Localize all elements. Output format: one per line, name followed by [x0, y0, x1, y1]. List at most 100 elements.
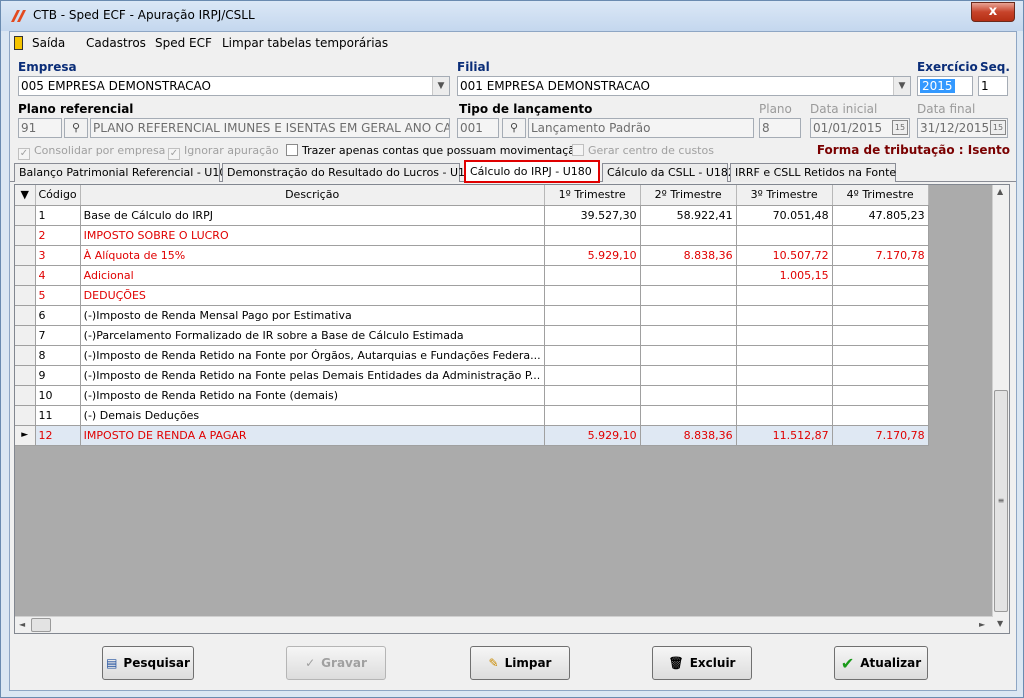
row-indicator[interactable] — [15, 225, 36, 246]
cell-t3[interactable] — [736, 305, 833, 326]
cell-t3[interactable] — [736, 285, 833, 306]
data-inicial-field[interactable]: 01/01/2015 15 — [810, 118, 910, 138]
scroll-right-icon[interactable]: ► — [979, 620, 985, 629]
tab-balanco[interactable]: Balanço Patrimonial Referencial - U100 — [14, 163, 233, 182]
cell-t4[interactable] — [832, 385, 929, 406]
current-row-arrow-icon[interactable]: ► — [15, 425, 36, 446]
tab-calculo-csll[interactable]: Cálculo da CSLL - U182 — [602, 163, 735, 182]
cell-t4[interactable] — [832, 405, 929, 426]
filial-select[interactable]: 001 EMPRESA DEMONSTRACAO ▼ — [457, 76, 911, 96]
limpar-button[interactable]: ✎ Limpar — [470, 646, 570, 680]
col-header-t1[interactable]: 1º Trimestre — [544, 185, 641, 206]
scroll-up-icon[interactable]: ▲ — [997, 187, 1003, 196]
menu-limpar-tabelas[interactable]: Limpar tabelas temporárias — [222, 36, 388, 50]
cell-t1[interactable] — [544, 345, 641, 366]
cell-t1[interactable]: 39.527,30 — [544, 205, 641, 226]
cell-t1[interactable] — [544, 325, 641, 346]
menu-sped-ecf[interactable]: Sped ECF — [155, 36, 212, 50]
cell-descricao[interactable]: (-)Imposto de Renda Retido na Fonte (dem… — [80, 385, 545, 406]
exercicio-input[interactable]: 2015 — [917, 76, 973, 96]
row-indicator-header[interactable]: ▼ — [15, 185, 36, 206]
empresa-select[interactable]: 005 EMPRESA DEMONSTRACAO ▼ — [18, 76, 450, 96]
scroll-left-icon[interactable]: ◄ — [19, 620, 25, 629]
trazer-checkbox[interactable]: Trazer apenas contas que possuam movimen… — [286, 144, 582, 157]
cell-t2[interactable] — [640, 345, 737, 366]
col-header-t3[interactable]: 3º Trimestre — [736, 185, 833, 206]
cell-t4[interactable] — [832, 305, 929, 326]
cell-t3[interactable] — [736, 225, 833, 246]
binoculars-search-icon[interactable]: ⚲ — [502, 118, 526, 138]
seq-input[interactable]: 1 — [978, 76, 1008, 96]
menu-cadastros[interactable]: Cadastros — [86, 36, 146, 50]
cell-codigo[interactable]: 2 — [35, 225, 81, 246]
cell-t1[interactable] — [544, 405, 641, 426]
vertical-scrollbar[interactable]: ▲ ≡ ▼ — [992, 185, 1009, 633]
row-indicator[interactable] — [15, 285, 36, 306]
cell-t4[interactable] — [832, 265, 929, 286]
cell-codigo[interactable]: 7 — [35, 325, 81, 346]
cell-t1[interactable] — [544, 225, 641, 246]
row-indicator[interactable] — [15, 305, 36, 326]
close-button[interactable]: x — [971, 2, 1015, 22]
col-header-descricao[interactable]: Descrição — [80, 185, 545, 206]
row-indicator[interactable] — [15, 345, 36, 366]
cell-t4[interactable] — [832, 285, 929, 306]
data-grid[interactable]: ▼ Código Descrição 1º Trimestre 2º Trime… — [14, 184, 1010, 634]
cell-t1[interactable] — [544, 285, 641, 306]
cell-descricao[interactable]: (-) Demais Deduções — [80, 405, 545, 426]
cell-t1[interactable]: 5.929,10 — [544, 425, 641, 446]
cell-codigo[interactable]: 1 — [35, 205, 81, 226]
cell-codigo[interactable]: 11 — [35, 405, 81, 426]
cell-t1[interactable]: 5.929,10 — [544, 245, 641, 266]
cell-t2[interactable] — [640, 305, 737, 326]
table-row[interactable]: 5 DEDUÇÕES — [15, 285, 929, 306]
cell-descricao[interactable]: (-)Parcelamento Formalizado de IR sobre … — [80, 325, 545, 346]
table-row[interactable]: 2 IMPOSTO SOBRE O LUCRO — [15, 225, 929, 246]
cell-codigo[interactable]: 10 — [35, 385, 81, 406]
cell-t4[interactable] — [832, 365, 929, 386]
cell-t4[interactable] — [832, 345, 929, 366]
cell-t2[interactable]: 8.838,36 — [640, 245, 737, 266]
scroll-thumb[interactable] — [31, 618, 51, 632]
cell-descricao[interactable]: IMPOSTO SOBRE O LUCRO — [80, 225, 545, 246]
cell-t4[interactable] — [832, 325, 929, 346]
cell-codigo[interactable]: 8 — [35, 345, 81, 366]
cell-t1[interactable] — [544, 265, 641, 286]
col-header-codigo[interactable]: Código — [35, 185, 81, 206]
cell-codigo[interactable]: 5 — [35, 285, 81, 306]
consolidar-checkbox[interactable]: ✓ Consolidar por empresa — [18, 144, 165, 160]
cell-codigo[interactable]: 3 — [35, 245, 81, 266]
col-header-t2[interactable]: 2º Trimestre — [640, 185, 737, 206]
cell-t3[interactable] — [736, 405, 833, 426]
cell-t2[interactable] — [640, 385, 737, 406]
atualizar-button[interactable]: ✔ Atualizar — [834, 646, 928, 680]
cell-codigo[interactable]: 9 — [35, 365, 81, 386]
table-row[interactable]: ► 12 IMPOSTO DE RENDA A PAGAR 5.929,10 8.838… — [15, 425, 929, 446]
cell-t2[interactable] — [640, 265, 737, 286]
col-header-t4[interactable]: 4º Trimestre — [832, 185, 929, 206]
cell-t3[interactable]: 10.507,72 — [736, 245, 833, 266]
table-row[interactable]: 3À Alíquota de 15% 5.929,10 8.838,36 10.507… — [15, 245, 929, 266]
table-row[interactable]: 7 (-)Parcelamento Formalizado de IR sobre… — [15, 325, 929, 346]
table-row[interactable]: 9 (-)Imposto de Renda Retido na Fonte pel… — [15, 365, 929, 386]
table-row[interactable]: 8 (-)Imposto de Renda Retido na Fonte por… — [15, 345, 929, 366]
cell-descricao[interactable]: (-)Imposto de Renda Retido na Fonte por … — [80, 345, 545, 366]
cell-t4[interactable] — [832, 225, 929, 246]
tab-demonstracao[interactable]: Demonstração do Resultado do Lucros - U1… — [222, 163, 479, 182]
cell-t3[interactable]: 11.512,87 — [736, 425, 833, 446]
cell-descricao[interactable]: IMPOSTO DE RENDA A PAGAR — [80, 425, 545, 446]
binoculars-search-icon[interactable]: ⚲ — [64, 118, 88, 138]
data-final-field[interactable]: 31/12/2015 15 — [917, 118, 1008, 138]
cell-codigo[interactable]: 4 — [35, 265, 81, 286]
table-row[interactable]: 10 (-)Imposto de Renda Retido na Fonte (d… — [15, 385, 929, 406]
cell-descricao[interactable]: À Alíquota de 15% — [80, 245, 545, 266]
scroll-thumb[interactable]: ≡ — [994, 390, 1008, 612]
calendar-icon[interactable]: 15 — [990, 120, 1006, 135]
row-indicator[interactable] — [15, 265, 36, 286]
row-indicator[interactable] — [15, 245, 36, 266]
table-row[interactable]: 1 Base de Cálculo do IRPJ 39.527,30 58.922,… — [15, 205, 929, 226]
pesquisar-button[interactable]: ▤ Pesquisar — [102, 646, 194, 680]
cell-t4[interactable]: 47.805,23 — [832, 205, 929, 226]
cell-descricao[interactable]: DEDUÇÕES — [80, 285, 545, 306]
gravar-button[interactable]: ✓ Gravar — [286, 646, 386, 680]
